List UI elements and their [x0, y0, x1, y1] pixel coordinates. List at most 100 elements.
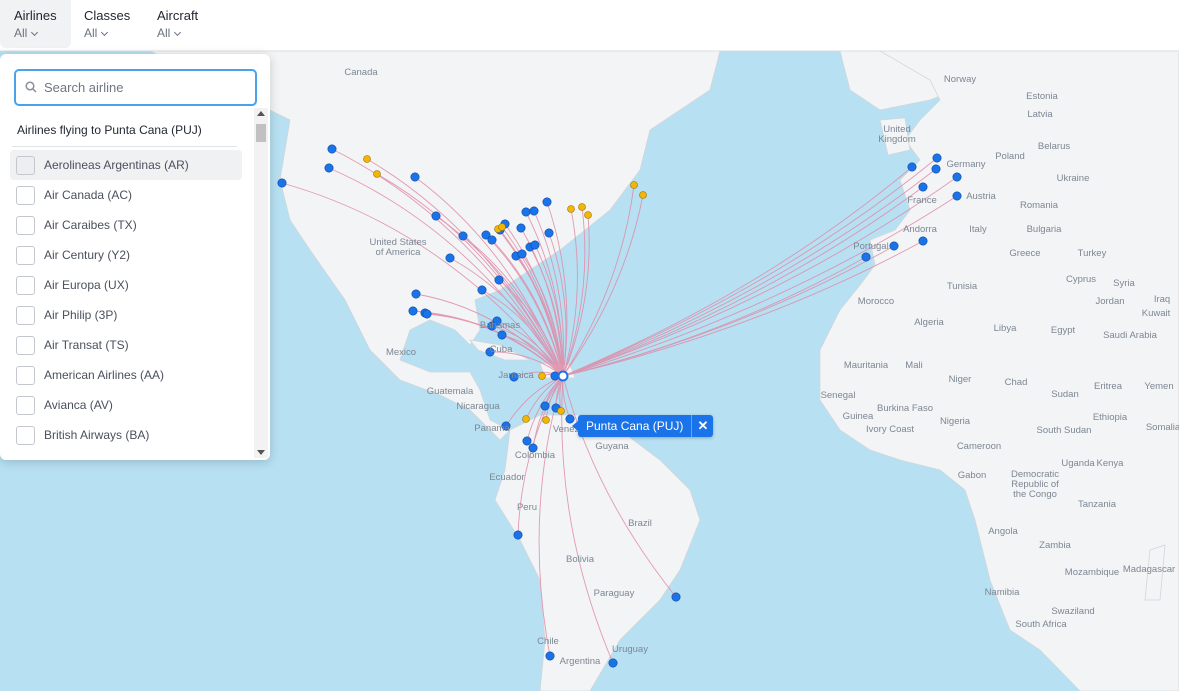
- airline-list-item[interactable]: Air Canada (AC): [10, 180, 242, 210]
- close-icon[interactable]: ✕: [691, 415, 713, 437]
- airport-marker[interactable]: [952, 191, 962, 201]
- map-label-madagascar: Madagascar: [1122, 564, 1176, 575]
- search-box[interactable]: [14, 69, 257, 106]
- map-label-libya: Libya: [993, 323, 1017, 334]
- airport-marker[interactable]: [952, 172, 962, 182]
- map-label-turkey: Turkey: [1077, 248, 1107, 259]
- airport-marker[interactable]: [410, 172, 420, 182]
- airport-marker[interactable]: [671, 592, 681, 602]
- classes-filter[interactable]: Classes All: [70, 0, 144, 48]
- scroll-up-icon[interactable]: [257, 111, 265, 116]
- airport-marker[interactable]: [918, 182, 928, 192]
- airline-list-item[interactable]: American Airlines (AA): [10, 360, 242, 390]
- map-label-guinea: Guinea: [842, 411, 874, 422]
- airport-marker[interactable]: [918, 236, 928, 246]
- airport-marker[interactable]: [516, 223, 526, 233]
- classes-filter-label: Classes: [84, 8, 131, 23]
- map-label-bolivia: Bolivia: [566, 554, 594, 565]
- filter-bar: Airlines All Classes All Aircraft All: [0, 0, 1179, 51]
- map-label-nicaragua: Nicaragua: [456, 401, 500, 412]
- airline-checkbox[interactable]: [16, 365, 35, 385]
- map-label-mauritania: Mauritania: [843, 360, 889, 371]
- map-label-canada: Canada: [344, 67, 378, 78]
- airline-list-item[interactable]: Air Caraibes (TX): [10, 210, 242, 240]
- airport-marker[interactable]: [530, 240, 540, 250]
- airline-label: American Airlines (AA): [44, 368, 165, 382]
- map-label-poland: Poland: [995, 151, 1025, 162]
- airline-list-item[interactable]: Air Century (Y2): [10, 240, 242, 270]
- scroll-down-icon[interactable]: [257, 450, 265, 455]
- airline-checkbox[interactable]: [16, 335, 35, 355]
- map-label-germany: Germany: [946, 159, 986, 170]
- classes-filter-value: All: [84, 26, 98, 40]
- airport-marker[interactable]: [517, 249, 527, 259]
- airline-list-item[interactable]: British Airways (BA): [10, 420, 242, 450]
- airport-marker[interactable]: [327, 144, 337, 154]
- map-label-belarus: Belarus: [1037, 141, 1071, 152]
- airport-marker[interactable]: [431, 211, 441, 221]
- airport-marker[interactable]: [477, 285, 487, 295]
- seasonal-airport-marker[interactable]: [542, 416, 550, 424]
- seasonal-airport-marker[interactable]: [567, 205, 575, 213]
- airport-marker[interactable]: [545, 651, 555, 661]
- airline-checkbox[interactable]: [16, 305, 35, 325]
- airport-marker[interactable]: [861, 252, 871, 262]
- airline-list-item[interactable]: Avianca (AV): [10, 390, 242, 420]
- airline-list-item[interactable]: Aerolineas Argentinas (AR): [10, 150, 242, 180]
- map-label-chad: Chad: [1004, 377, 1028, 388]
- airline-checkbox[interactable]: [16, 275, 35, 295]
- search-input[interactable]: [44, 71, 249, 104]
- airline-checkbox[interactable]: [16, 155, 35, 175]
- airport-marker[interactable]: [544, 228, 554, 238]
- airport-marker[interactable]: [931, 164, 941, 174]
- airlines-filter[interactable]: Airlines All: [0, 0, 71, 48]
- airport-marker[interactable]: [422, 309, 432, 319]
- seasonal-airport-marker[interactable]: [363, 155, 371, 163]
- airline-checkbox[interactable]: [16, 245, 35, 265]
- aircraft-filter[interactable]: Aircraft All: [143, 0, 212, 48]
- seasonal-airport-marker[interactable]: [578, 203, 586, 211]
- airport-marker[interactable]: [494, 275, 504, 285]
- airport-marker[interactable]: [608, 658, 618, 668]
- chevron-down-icon: [101, 28, 109, 37]
- airport-marker[interactable]: [411, 289, 421, 299]
- scrollbar-thumb[interactable]: [256, 124, 266, 142]
- airline-list-item[interactable]: Air Transat (TS): [10, 330, 242, 360]
- airport-marker[interactable]: [932, 153, 942, 163]
- hub-marker[interactable]: [557, 370, 569, 382]
- seasonal-airport-marker[interactable]: [522, 415, 530, 423]
- map-label-namibia: Namibia: [984, 587, 1020, 598]
- seasonal-airport-marker[interactable]: [630, 181, 638, 189]
- map-label-mozambique: Mozambique: [1064, 567, 1120, 578]
- airport-marker[interactable]: [277, 178, 287, 188]
- airport-marker[interactable]: [542, 197, 552, 207]
- seasonal-airport-marker[interactable]: [639, 191, 647, 199]
- airport-marker[interactable]: [889, 241, 899, 251]
- airport-marker[interactable]: [907, 162, 917, 172]
- airport-marker[interactable]: [522, 436, 532, 446]
- airport-marker[interactable]: [408, 306, 418, 316]
- airport-marker[interactable]: [513, 530, 523, 540]
- airport-marker[interactable]: [497, 330, 507, 340]
- seasonal-airport-marker[interactable]: [498, 223, 506, 231]
- airline-checkbox[interactable]: [16, 215, 35, 235]
- airport-marker[interactable]: [487, 235, 497, 245]
- airline-list-item[interactable]: Air Philip (3P): [10, 300, 242, 330]
- airline-checkbox[interactable]: [16, 395, 35, 415]
- airline-checkbox[interactable]: [16, 425, 35, 445]
- seasonal-airport-marker[interactable]: [557, 407, 565, 415]
- airport-marker[interactable]: [445, 253, 455, 263]
- seasonal-airport-marker[interactable]: [538, 372, 546, 380]
- airline-list-item[interactable]: Air Europa (UX): [10, 270, 242, 300]
- map-label-bahamas: Bahamas: [479, 320, 521, 331]
- seasonal-airport-marker[interactable]: [584, 211, 592, 219]
- airport-marker[interactable]: [540, 401, 550, 411]
- airport-marker[interactable]: [458, 231, 468, 241]
- airport-marker[interactable]: [521, 207, 531, 217]
- seasonal-airport-marker[interactable]: [373, 170, 381, 178]
- airport-marker[interactable]: [324, 163, 334, 173]
- scrollbar[interactable]: [254, 108, 268, 458]
- airline-checkbox[interactable]: [16, 185, 35, 205]
- divider: [12, 146, 237, 147]
- airport-marker[interactable]: [529, 206, 539, 216]
